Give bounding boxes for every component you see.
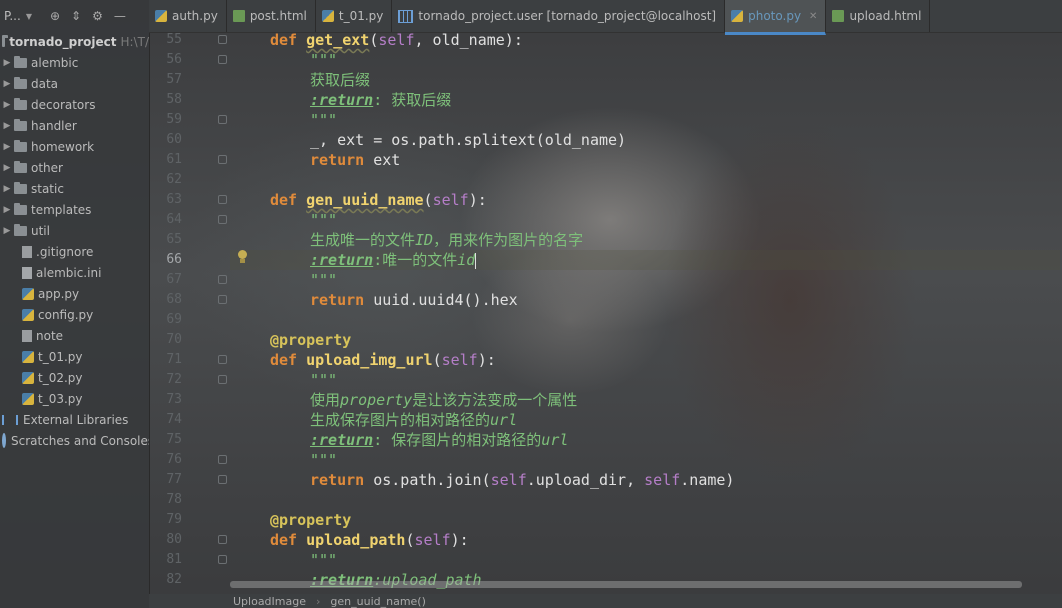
code-line-61: return ext xyxy=(310,151,401,169)
editor-tab[interactable]: upload.html xyxy=(826,0,931,32)
breadcrumb-method[interactable]: gen_uuid_name() xyxy=(330,595,425,608)
fold-marker-icon[interactable] xyxy=(218,555,227,564)
code-line-80: def upload_path(self): xyxy=(270,531,469,549)
code-line-64: """ xyxy=(310,211,338,229)
breadcrumb-class[interactable]: UploadImage xyxy=(233,595,306,608)
code-line-68: return uuid.uuid4().hex xyxy=(310,291,518,309)
line-number: 58 xyxy=(166,92,182,107)
editor-tab-label: tornado_project.user [tornado_project@lo… xyxy=(418,9,717,23)
code-line-66: :return:唯一的文件id xyxy=(310,251,477,269)
chevron-down-icon[interactable]: ▼ xyxy=(26,12,32,21)
code-line-79: @property xyxy=(270,511,352,529)
code-line-55: def get_ext(self, old_name): xyxy=(270,31,523,49)
line-number: 72 xyxy=(166,372,182,387)
code-editor[interactable]: def get_ext(self, old_name): """ 获取后缀 :r… xyxy=(230,30,1060,595)
fold-marker-icon[interactable] xyxy=(218,535,227,544)
fold-marker-icon[interactable] xyxy=(218,295,227,304)
editor-tab-label: photo.py xyxy=(748,9,802,23)
fold-marker-icon[interactable] xyxy=(218,275,227,284)
fold-marker-icon[interactable] xyxy=(218,375,227,384)
fold-marker-icon[interactable] xyxy=(218,455,227,464)
editor-tab-label: post.html xyxy=(249,9,307,23)
line-number: 68 xyxy=(166,292,182,307)
code-line-72: """ xyxy=(310,371,338,389)
line-number: 59 xyxy=(166,112,182,127)
line-number: 75 xyxy=(166,432,182,447)
line-number: 69 xyxy=(166,312,182,327)
python-file-icon xyxy=(321,10,334,22)
code-line-57: 获取后缀 xyxy=(310,71,371,89)
fold-marker-icon[interactable] xyxy=(218,475,227,484)
horizontal-scrollbar[interactable] xyxy=(230,581,1022,588)
code-line-59: """ xyxy=(310,111,338,129)
fold-marker-icon[interactable] xyxy=(218,155,227,164)
fold-marker-icon[interactable] xyxy=(218,215,227,224)
database-table-icon xyxy=(398,9,414,23)
code-line-67: """ xyxy=(310,271,338,289)
code-line-74: 生成保存图片的相对路径的url xyxy=(310,411,518,429)
fold-marker-icon[interactable] xyxy=(218,195,227,204)
code-line-75: :return: 保存图片的相对路径的url xyxy=(310,431,569,449)
code-line-65: 生成唯一的文件ID，用来作为图片的名字 xyxy=(310,231,584,249)
code-line-63: def gen_uuid_name(self): xyxy=(270,191,487,209)
line-number: 56 xyxy=(166,52,182,67)
project-view-selector[interactable]: P... xyxy=(4,9,21,23)
line-number: 78 xyxy=(166,492,182,507)
editor-tab-bar: auth.py post.html t_01.py tornado_project.u… xyxy=(149,0,1062,35)
editor-tab[interactable]: tornado_project.user [tornado_project@lo… xyxy=(392,0,726,32)
line-number: 65 xyxy=(166,232,182,247)
text-caret xyxy=(475,252,477,269)
fold-marker-icon[interactable] xyxy=(218,355,227,364)
line-number: 60 xyxy=(166,132,182,147)
line-number: 55 xyxy=(166,32,182,47)
editor-tab-label: t_01.py xyxy=(338,9,384,23)
line-number: 74 xyxy=(166,412,182,427)
collapse-all-icon[interactable]: ⇕ xyxy=(68,9,84,23)
code-line-81: """ xyxy=(310,551,338,569)
fold-marker-icon[interactable] xyxy=(218,35,227,44)
line-number: 73 xyxy=(166,392,182,407)
line-number: 61 xyxy=(166,152,182,167)
editor-tab-label: upload.html xyxy=(849,9,922,23)
python-file-icon xyxy=(155,10,167,22)
editor-tab[interactable]: auth.py xyxy=(149,0,227,32)
fold-marker-icon[interactable] xyxy=(218,55,227,64)
line-number: 67 xyxy=(166,272,182,287)
fold-marker-icon[interactable] xyxy=(218,115,227,124)
code-line-76: """ xyxy=(310,451,338,469)
line-number: 81 xyxy=(166,552,182,567)
project-tool-header: P... ▼ ⊕ ⇕ ⚙ — xyxy=(0,0,149,32)
code-line-71: def upload_img_url(self): xyxy=(270,351,496,369)
line-number: 62 xyxy=(166,172,182,187)
code-line-77: return os.path.join(self.upload_dir, sel… xyxy=(310,471,735,489)
code-line-56: """ xyxy=(310,51,338,69)
python-file-icon xyxy=(731,10,744,22)
line-number: 77 xyxy=(166,472,182,487)
locate-target-icon[interactable]: ⊕ xyxy=(47,9,63,23)
line-number: 80 xyxy=(166,532,182,547)
line-number: 70 xyxy=(166,332,182,347)
line-number: 79 xyxy=(166,512,182,527)
code-line-58: :return: 获取后缀 xyxy=(310,91,452,109)
code-line-73: 使用property是让该方法变成一个属性 xyxy=(310,391,578,409)
gear-icon[interactable]: ⚙ xyxy=(89,9,106,23)
editor-tab-label: auth.py xyxy=(172,9,218,23)
editor-breadcrumb-bar: UploadImage › gen_uuid_name() xyxy=(149,594,1062,608)
hide-minus-icon[interactable]: — xyxy=(111,9,129,23)
code-line-70: @property xyxy=(270,331,352,349)
line-number: 66 xyxy=(166,252,182,267)
line-number: 82 xyxy=(166,572,182,587)
editor-tab[interactable]: t_01.py xyxy=(316,0,393,32)
line-number: 57 xyxy=(166,72,182,87)
html-file-icon xyxy=(232,10,245,22)
line-number: 63 xyxy=(166,192,182,207)
line-number: 71 xyxy=(166,352,182,367)
breadcrumb-separator: › xyxy=(316,594,321,608)
line-number: 64 xyxy=(166,212,182,227)
editor-tab[interactable]: post.html xyxy=(227,0,316,32)
close-icon[interactable]: ✕ xyxy=(809,11,817,22)
html-file-icon xyxy=(832,10,845,22)
line-number: 76 xyxy=(166,452,182,467)
code-line-60: _, ext = os.path.splitext(old_name) xyxy=(310,131,627,149)
